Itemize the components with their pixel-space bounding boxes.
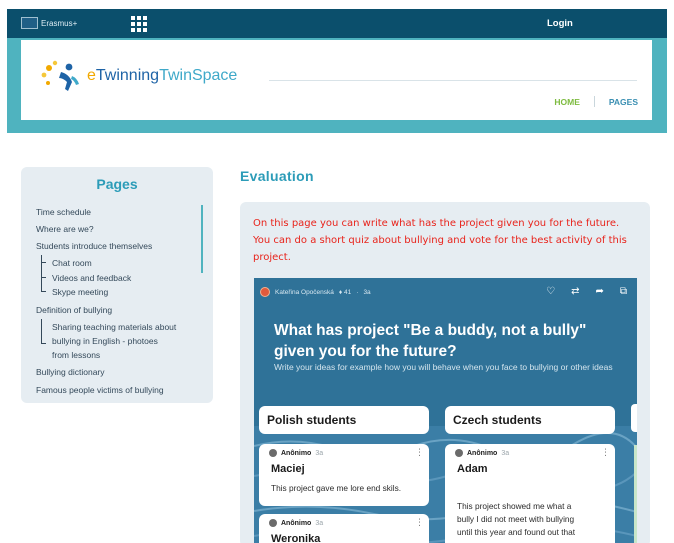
tree-tick [41,291,46,292]
etwinning-logo[interactable]: eTwinningTwinSpace [39,58,237,94]
eu-flag-icon [21,17,38,29]
brand-twinspace: TwinSpace [159,67,238,84]
sidebar-item-sharing-materials[interactable]: Sharing teaching materials about [52,322,176,332]
column-header-polish[interactable]: Polish students [259,406,429,434]
remake-icon[interactable]: ⇄ [571,286,579,297]
post-body-line: until this year and found out that [457,527,576,537]
nav-separator [593,96,595,107]
padlet-author[interactable]: Kateřina Opočenská [275,289,334,296]
post-age: 3a [315,449,324,457]
intro-text: On this page you can write what has the … [253,218,627,263]
sidebar-item-videos-feedback[interactable]: Videos and feedback [52,273,131,283]
padlet-description: Write your ideas for example how you wil… [274,362,613,372]
sidebar-scrollbar[interactable] [201,205,203,273]
nav-pages[interactable]: PAGES [609,97,638,107]
pages-sidebar: Pages Time schedule Where are we? Studen… [21,167,213,403]
next-column-card-edge [634,445,637,543]
page-title: Evaluation [240,168,314,184]
heart-icon[interactable]: ♡ [546,286,555,297]
header-divider [269,80,637,81]
tree-tick [41,277,46,278]
padlet-likes: ♦ 41 [338,288,352,296]
sidebar-item-chat-room[interactable]: Chat room [52,258,92,268]
sidebar-item-definition[interactable]: Definition of bullying [36,305,112,315]
post-name: Weronika [271,533,321,543]
erasmus-logo[interactable]: Erasmus+ [21,17,77,29]
tree-tick [41,343,46,344]
column-header-czech[interactable]: Czech students [445,406,615,434]
tree-tick [41,262,46,263]
post-body: This project gave me lore end skils. [271,483,402,493]
apps-grid-icon[interactable] [131,16,147,32]
tree-line [41,255,42,292]
open-external-icon[interactable]: ⧉ [620,286,627,297]
anonymous-avatar-icon [455,449,463,457]
post-author: Anônimo [281,519,312,527]
sidebar-item-students-introduce[interactable]: Students introduce themselves [36,241,152,251]
sidebar-title: Pages [96,176,138,192]
post-body-line: This project showed me what a [457,501,572,511]
more-vertical-icon[interactable]: ⋮ [415,447,424,458]
main-nav: HOME PAGES [554,96,638,107]
sidebar-item-famous-people[interactable]: Famous people victims of bullying [36,385,164,395]
share-icon[interactable]: ➦ [595,286,603,297]
author-avatar [260,287,270,297]
sidebar-item-sharing-materials-line2[interactable]: bullying in English - photoes [52,336,158,346]
post-name: Maciej [271,463,305,475]
more-vertical-icon[interactable]: ⋮ [415,517,424,528]
tree-line [41,319,42,344]
nav-home[interactable]: HOME [554,97,580,107]
anonymous-avatar-icon [269,519,277,527]
post-age: 3a [501,449,510,457]
post-author: Anônimo [467,449,498,457]
sidebar-item-where-are-we[interactable]: Where are we? [36,224,94,234]
top-bar: Erasmus+ Login [7,9,667,38]
post-author: Anônimo [281,449,312,457]
etwinning-stars-icon [39,58,83,94]
post-card[interactable]: Anônimo 3a ⋮ Maciej This project gave me… [259,444,429,506]
padlet-actions: ♡ ⇄ ➦ ⧉ [546,286,627,297]
header-panel: eTwinningTwinSpace HOME PAGES [21,40,652,120]
sidebar-item-dictionary[interactable]: Bullying dictionary [36,367,105,377]
sidebar-item-sharing-materials-line3[interactable]: from lessons [52,350,100,360]
anonymous-avatar-icon [269,449,277,457]
more-vertical-icon[interactable]: ⋮ [601,447,610,458]
login-link[interactable]: Login [547,18,573,29]
post-body-line: bully I did not meet with bullying [457,514,575,524]
brand-twinning: Twinning [95,67,160,84]
header-band: eTwinningTwinSpace HOME PAGES [7,38,667,133]
post-age: 3a [315,519,324,527]
brand-e: e [87,67,96,84]
post-name: Adam [457,463,488,475]
meta-separator: · [356,288,359,296]
erasmus-label: Erasmus+ [41,18,78,28]
padlet-embed: Kateřina Opočenská ♦ 41 · 3a ♡ ⇄ ➦ ⧉ Wha… [254,278,637,543]
sidebar-item-time-schedule[interactable]: Time schedule [36,207,91,217]
sidebar-item-skype-meeting[interactable]: Skype meeting [52,287,108,297]
padlet-meta: Kateřina Opočenská ♦ 41 · 3a [260,287,371,297]
padlet-title: What has project "Be a buddy, not a bull… [274,322,587,360]
post-card[interactable]: Anônimo 3a ⋮ Weronika [259,514,429,543]
post-card[interactable]: Anônimo 3a ⋮ Adam This project showed me… [445,444,615,543]
padlet-age: 3a [363,288,371,296]
next-column-edge [631,404,637,432]
